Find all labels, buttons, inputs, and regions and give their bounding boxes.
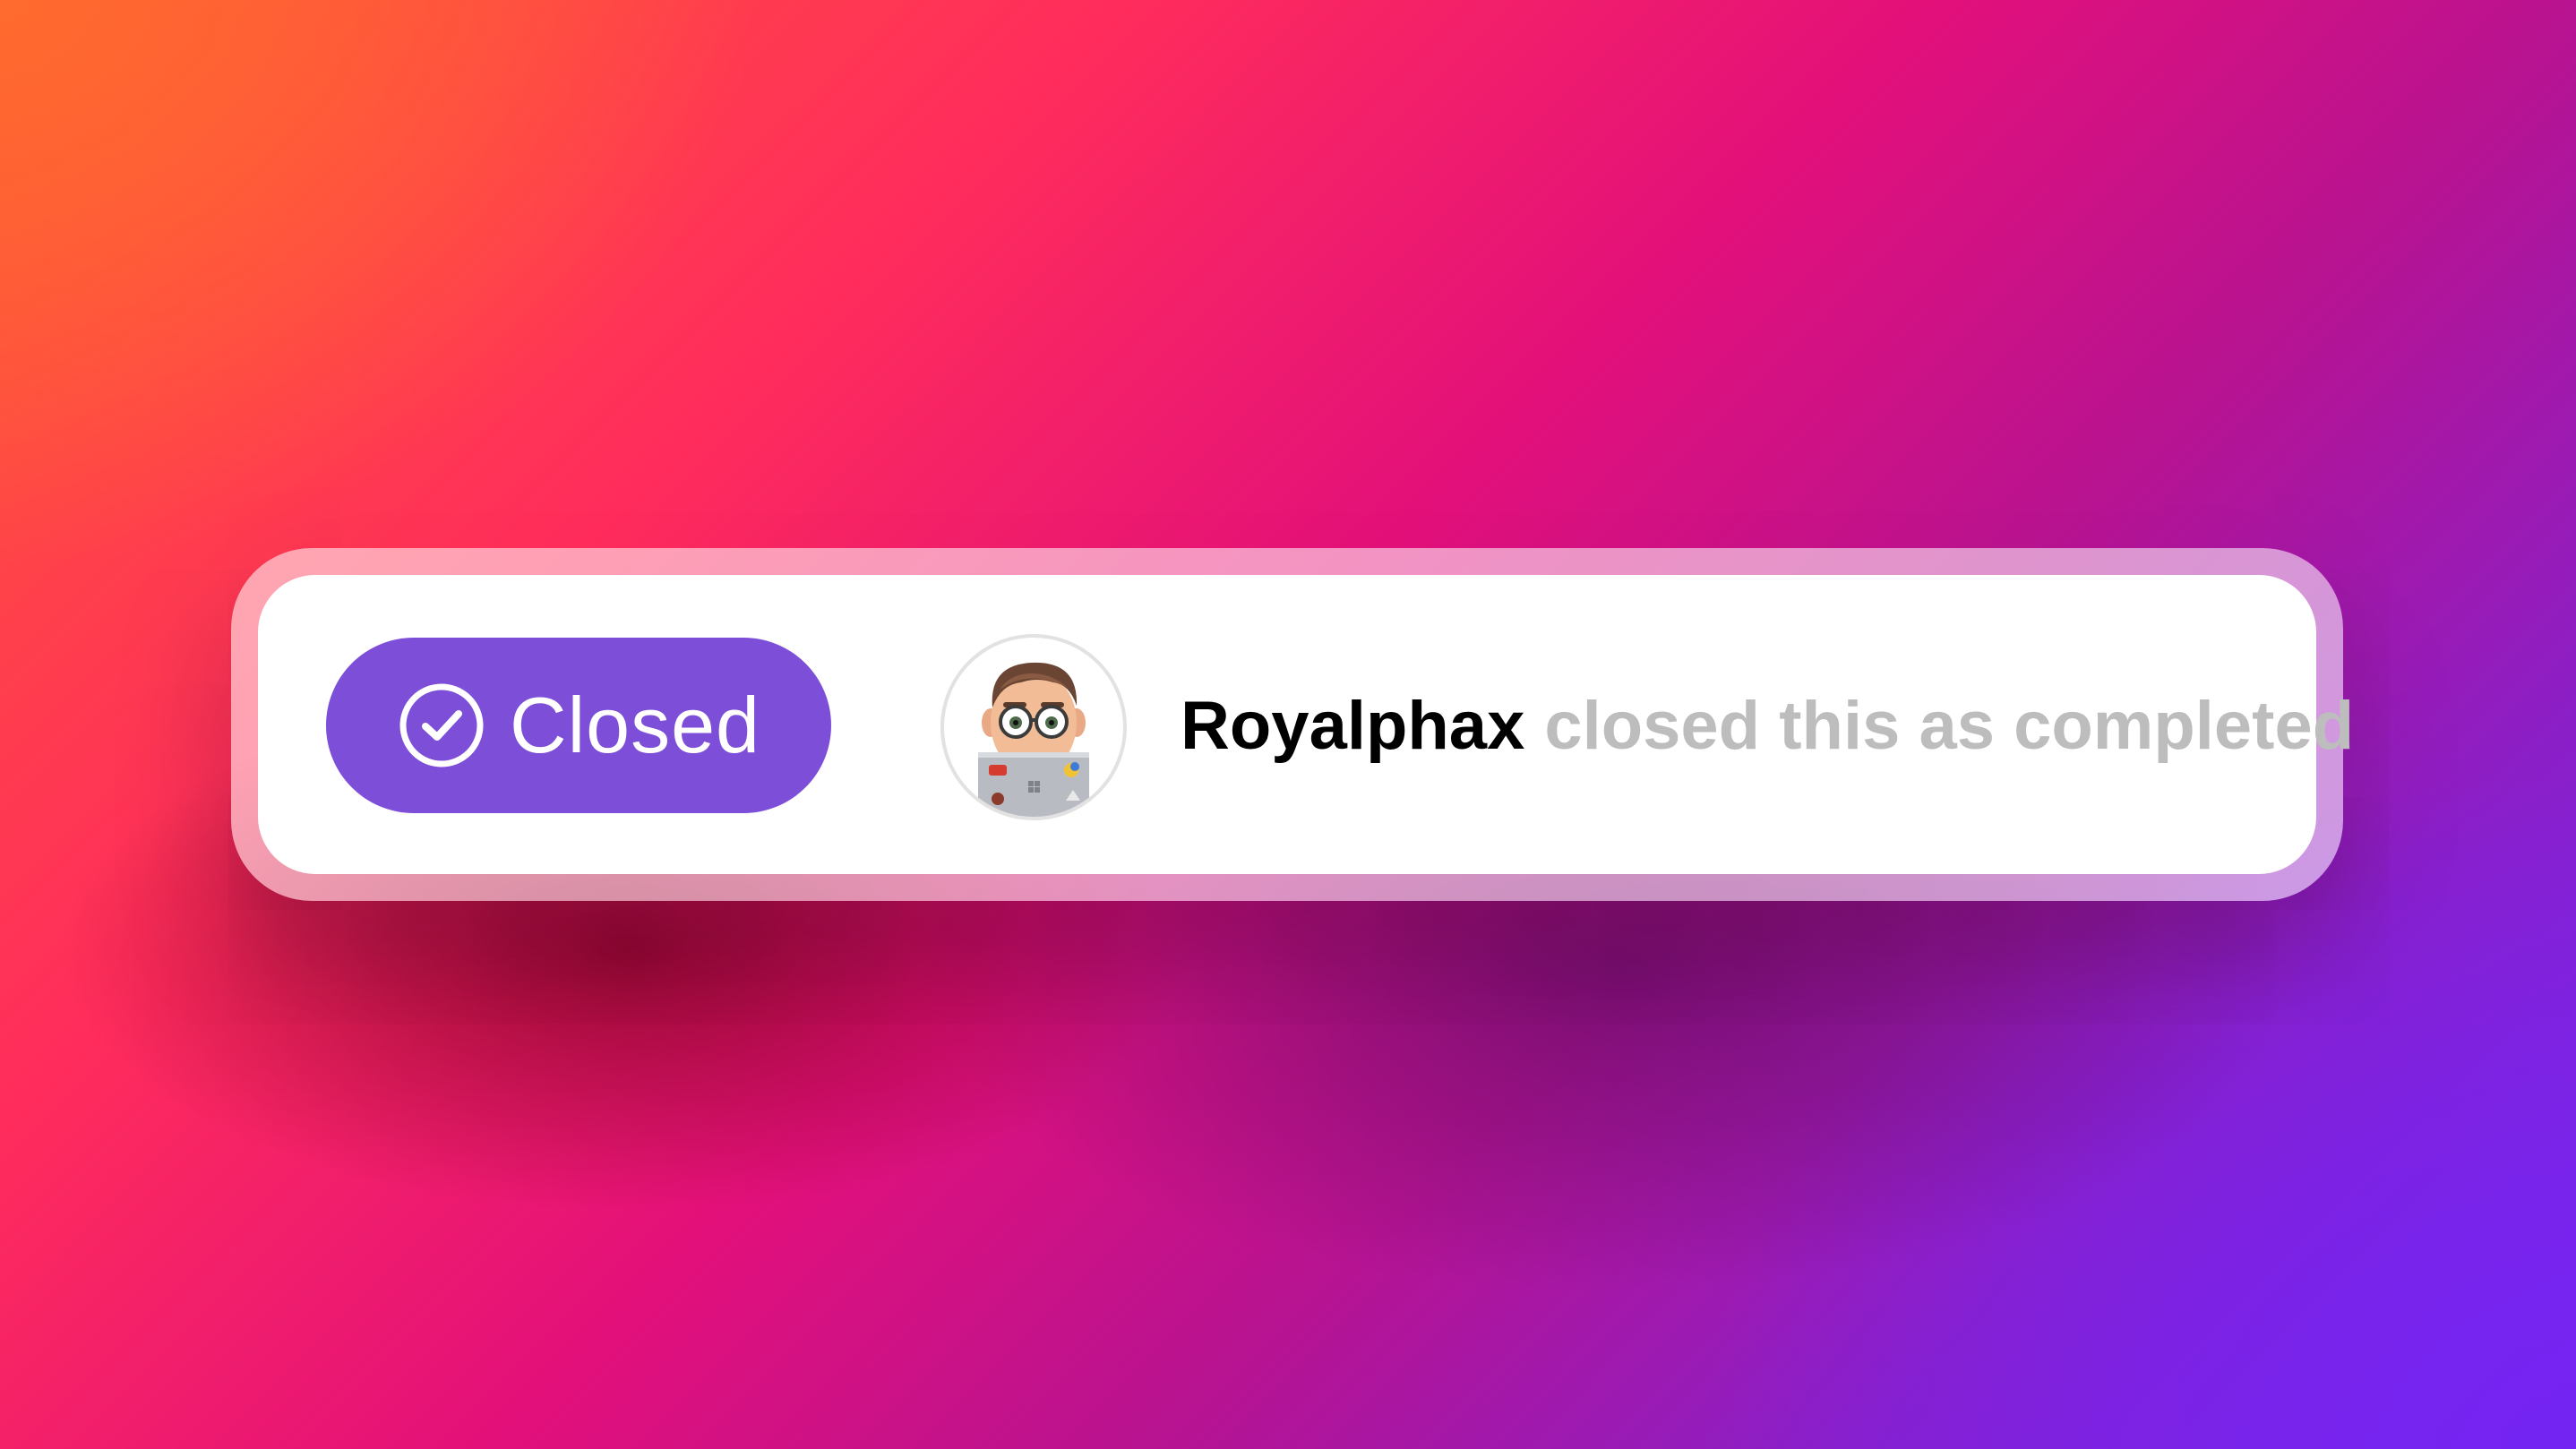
event-action-text: closed this as completed [1544, 687, 2355, 764]
username-link[interactable]: Royalphax [1181, 687, 1524, 765]
memoji-avatar-icon [978, 662, 1089, 817]
closed-status-badge[interactable]: Closed [326, 638, 831, 813]
user-avatar[interactable] [940, 634, 1127, 820]
check-circle-icon [399, 683, 484, 767]
event-message: Royalphax closed this as completed [1181, 681, 2354, 770]
status-label: Closed [510, 681, 760, 769]
